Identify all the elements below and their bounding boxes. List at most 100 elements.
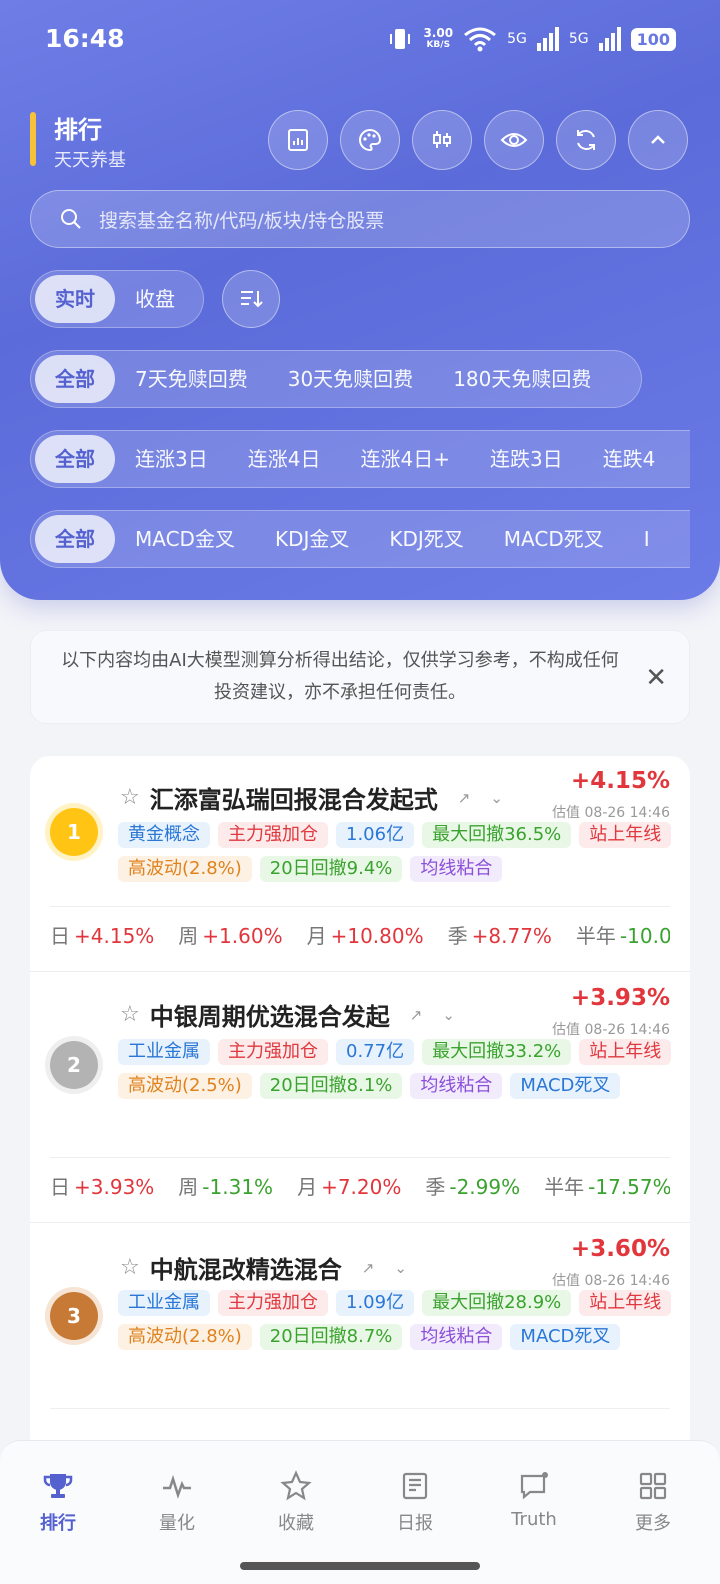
perf-label: 季 <box>447 924 468 948</box>
nav-rank[interactable]: 排行 <box>8 1469 108 1535</box>
chevron-up-icon <box>651 135 665 144</box>
perf-label: 季 <box>425 1175 446 1199</box>
fund-name: 中航混改精选混合 <box>149 1256 342 1284</box>
signal-filter-macd-death[interactable]: MACD死叉 <box>484 515 624 563</box>
sort-button[interactable] <box>222 270 280 328</box>
signal-1-label: 5G <box>507 31 527 47</box>
nav-truth-label: Truth <box>511 1509 557 1530</box>
open-link-icon[interactable]: ↗ <box>458 789 471 807</box>
fund-title-row: ☆ 汇添富弘瑞回报混合发起式 ↗ ⌄ <box>120 780 503 815</box>
tag: 工业金属 <box>118 1290 210 1316</box>
trend-filter-up4[interactable]: 连涨4日 <box>228 435 341 483</box>
nav-favorites[interactable]: 收藏 <box>246 1469 346 1535</box>
fund-estimate-time: 估值 08-26 14:46 <box>552 805 670 821</box>
fund-item[interactable]: 2 ☆ 中银周期优选混合发起 ↗ ⌄ +3.93% 估值 08-26 14:46… <box>30 973 690 1223</box>
visibility-button[interactable] <box>484 110 544 170</box>
trend-filter-down3[interactable]: 连跌3日 <box>470 435 583 483</box>
trend-filter-all[interactable]: 全部 <box>35 435 115 483</box>
perf-day: +4.15% <box>74 924 155 948</box>
net-speed: 3.00 KB/S <box>423 27 453 51</box>
palette-icon <box>359 128 382 152</box>
brand-accent-bar <box>30 112 36 166</box>
grid-icon <box>639 1472 667 1500</box>
close-icon[interactable]: ✕ <box>645 663 667 693</box>
status-icons: 3.00 KB/S 5G 5G 100 <box>387 26 676 52</box>
perf-label: 月 <box>297 1175 318 1199</box>
candlestick-button[interactable] <box>412 110 472 170</box>
fee-filter-30d[interactable]: 30天免赎回费 <box>268 355 433 403</box>
tag: 最大回撤28.9% <box>422 1290 572 1316</box>
signal-filter-bar: 全部 MACD金叉 KDJ金叉 KDJ死叉 MACD死叉 I <box>30 510 690 568</box>
fee-filter-bar: 全部 7天免赎回费 30天免赎回费 180天免赎回费 <box>30 350 642 408</box>
home-indicator[interactable] <box>240 1562 480 1570</box>
refresh-button[interactable] <box>556 110 616 170</box>
chevron-down-icon[interactable]: ⌄ <box>490 789 503 807</box>
nav-quant[interactable]: 量化 <box>127 1469 227 1535</box>
tag: 1.06亿 <box>336 822 415 848</box>
search-input[interactable]: 搜索基金名称/代码/板块/持仓股票 <box>30 190 690 248</box>
sort-icon <box>241 291 263 308</box>
tag: MACD死叉 <box>510 1324 621 1350</box>
refresh-icon <box>577 130 595 150</box>
fee-filter-all[interactable]: 全部 <box>35 355 115 403</box>
page-title: 排行 <box>54 116 102 144</box>
nav-more[interactable]: 更多 <box>603 1469 703 1535</box>
newspaper-icon <box>402 1472 428 1500</box>
net-speed-value: 3.00 <box>423 26 454 40</box>
signal-filter-kdj-golden[interactable]: KDJ金叉 <box>255 515 369 563</box>
perf-half-year: -10.01% <box>619 924 670 948</box>
fee-filter-180d[interactable]: 180天免赎回费 <box>433 355 611 403</box>
divider <box>50 1157 670 1158</box>
candlestick-icon <box>433 131 451 148</box>
trend-filter-down4[interactable]: 连跌4 <box>583 435 676 483</box>
rank-badge: 3 <box>50 1292 98 1340</box>
tag: 高波动(2.5%) <box>118 1073 252 1099</box>
mode-toggle: 实时 收盘 <box>30 270 204 328</box>
nav-truth[interactable]: Truth <box>484 1469 584 1530</box>
nav-daily[interactable]: 日报 <box>365 1469 465 1535</box>
signal-filter-kdj-death[interactable]: KDJ死叉 <box>369 515 483 563</box>
trend-filter-up4plus[interactable]: 连涨4日+ <box>340 435 469 483</box>
theme-button[interactable] <box>340 110 400 170</box>
chevron-down-icon[interactable]: ⌄ <box>394 1259 407 1277</box>
nav-rank-label: 排行 <box>40 1513 76 1534</box>
signal-filter-macd-golden[interactable]: MACD金叉 <box>115 515 255 563</box>
report-icon <box>288 129 308 151</box>
fund-item[interactable]: 1 ☆ 汇添富弘瑞回报混合发起式 ↗ ⌄ +4.15% 估值 08-26 14:… <box>30 756 690 972</box>
signal-filter-all[interactable]: 全部 <box>35 515 115 563</box>
perf-label: 半年 <box>575 924 616 948</box>
star-icon[interactable]: ☆ <box>120 1255 140 1280</box>
mode-realtime[interactable]: 实时 <box>35 275 115 323</box>
mode-close[interactable]: 收盘 <box>115 275 195 323</box>
trend-filter-up3[interactable]: 连涨3日 <box>115 435 228 483</box>
perf-month: +7.20% <box>321 1175 402 1199</box>
fund-tags: 黄金概念 主力强加仓 1.06亿 最大回撤36.5% 站上年线 高波动(2.8%… <box>118 822 678 882</box>
fund-tags: 工业金属 主力强加仓 1.09亿 最大回撤28.9% 站上年线 高波动(2.8%… <box>118 1290 678 1350</box>
signal-2-label: 5G <box>568 31 589 47</box>
star-icon[interactable]: ☆ <box>120 1002 140 1027</box>
star-icon[interactable]: ☆ <box>120 785 140 810</box>
fund-title-row: ☆ 中银周期优选混合发起 ↗ ⌄ <box>120 997 455 1032</box>
disclaimer-text: 以下内容均由AI大模型测算分析得出结论，仅供学习参考，不构成任何投资建议，亦不承… <box>61 650 619 703</box>
open-link-icon[interactable]: ↗ <box>410 1006 423 1024</box>
search-placeholder: 搜索基金名称/代码/板块/持仓股票 <box>99 209 385 232</box>
fund-name: 中银周期优选混合发起 <box>149 1003 390 1031</box>
fund-item[interactable]: 3 ☆ 中航混改精选混合 ↗ ⌄ +3.60% 估值 08-26 14:46 工… <box>30 1224 690 1456</box>
perf-month: +10.80% <box>330 924 424 948</box>
signal-filter-more[interactable]: I <box>624 515 670 563</box>
fund-estimate-time: 估值 08-26 14:46 <box>552 1273 670 1289</box>
tag: 主力强加仓 <box>218 1039 328 1065</box>
wifi-icon <box>464 27 496 52</box>
disclaimer-banner: 以下内容均由AI大模型测算分析得出结论，仅供学习参考，不构成任何投资建议，亦不承… <box>30 630 690 724</box>
report-button[interactable] <box>268 110 328 170</box>
fee-filter-7d[interactable]: 7天免赎回费 <box>115 355 268 403</box>
open-link-icon[interactable]: ↗ <box>362 1259 375 1277</box>
fund-title-row: ☆ 中航混改精选混合 ↗ ⌄ <box>120 1250 407 1285</box>
tag: 主力强加仓 <box>218 1290 328 1316</box>
fund-change: +4.15% <box>570 768 670 794</box>
tag: 黄金概念 <box>118 822 210 848</box>
search-icon <box>61 209 81 229</box>
fund-tags: 工业金属 主力强加仓 0.77亿 最大回撤33.2% 站上年线 高波动(2.5%… <box>118 1039 678 1099</box>
chevron-down-icon[interactable]: ⌄ <box>442 1006 455 1024</box>
collapse-button[interactable] <box>628 110 688 170</box>
